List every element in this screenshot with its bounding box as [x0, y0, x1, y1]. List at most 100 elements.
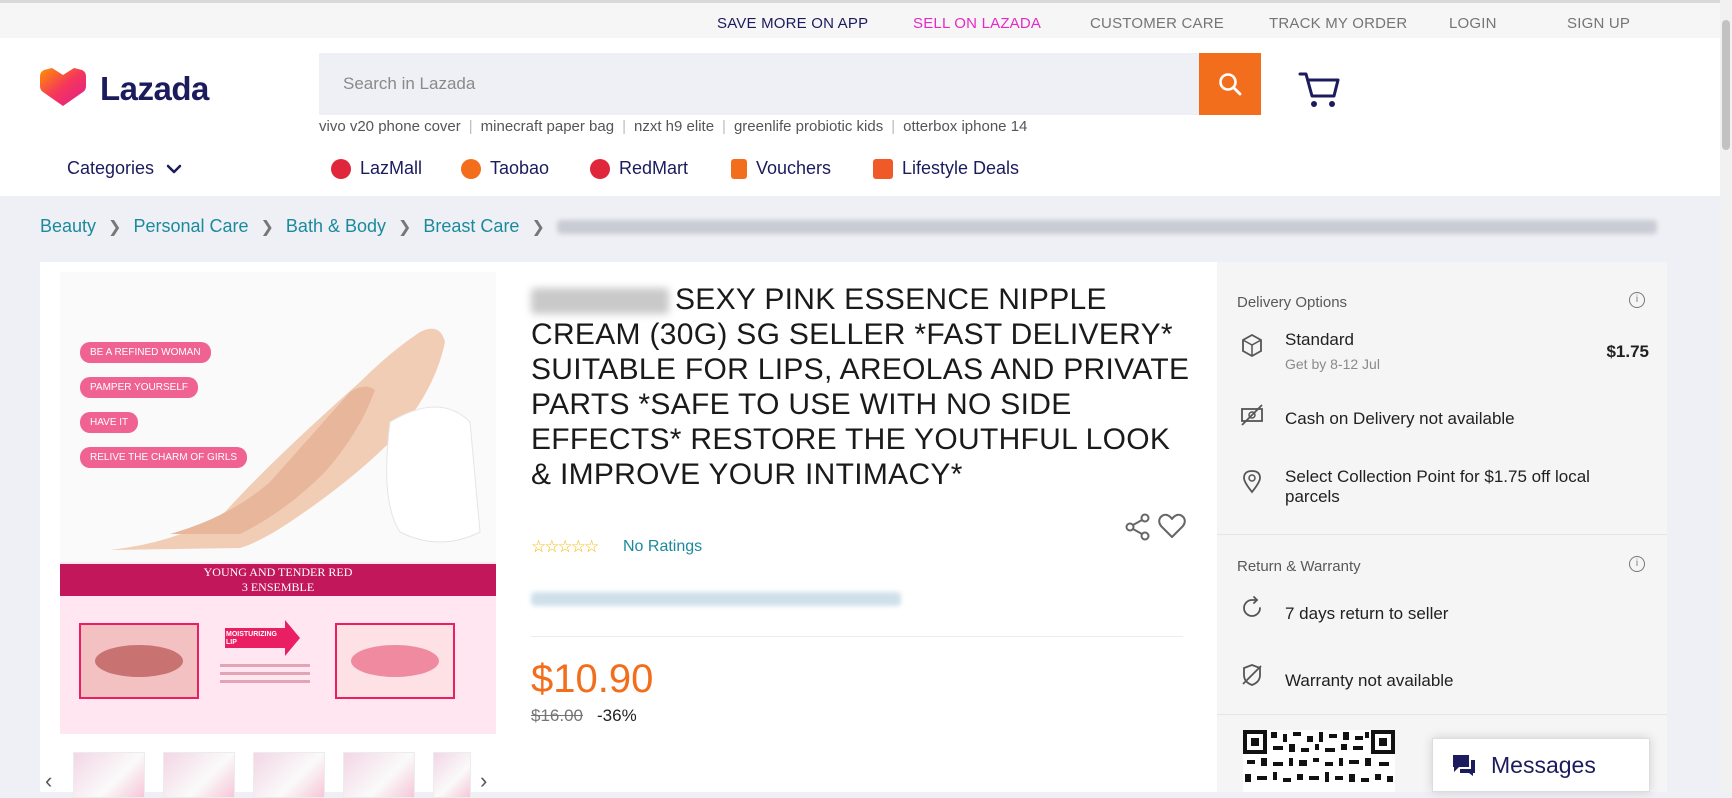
search-bar [319, 53, 1261, 115]
suggestion-link[interactable]: nzxt h9 elite [634, 118, 714, 135]
breadcrumb-item[interactable]: Personal Care [133, 216, 248, 237]
standard-delivery-price: $1.75 [1606, 342, 1649, 361]
track-my-order-link[interactable]: TRACK MY ORDER [1269, 15, 1407, 32]
thumbnail[interactable] [163, 752, 235, 798]
nav-label: Vouchers [756, 158, 832, 178]
divider [1217, 534, 1667, 535]
heart-icon[interactable] [1158, 513, 1186, 539]
nav-lazmall[interactable]: LazMall [331, 158, 422, 179]
lazmall-icon [331, 158, 351, 179]
divider [531, 636, 1183, 637]
discount-badge: -36% [597, 706, 637, 725]
nav-vouchers[interactable]: Vouchers [731, 158, 831, 179]
suggestion-link[interactable]: minecraft paper bag [481, 118, 614, 135]
blurred-text [531, 592, 901, 606]
breadcrumb-item[interactable]: Breast Care [423, 216, 519, 237]
nav-label: Taobao [490, 158, 550, 178]
search-icon [1219, 73, 1242, 96]
return-policy-text: 7 days return to seller [1285, 604, 1449, 623]
nav-label: RedMart [619, 158, 689, 178]
suggestion-link[interactable]: otterbox iphone 14 [903, 118, 1027, 135]
login-link[interactable]: LOGIN [1449, 15, 1497, 32]
messages-label: Messages [1491, 751, 1596, 778]
share-icon[interactable] [1125, 513, 1151, 541]
chat-icon [1453, 755, 1475, 776]
return-icon [1243, 596, 1261, 617]
taobao-icon [461, 158, 481, 179]
thumbnail[interactable] [343, 752, 415, 798]
thumbnail[interactable] [433, 752, 471, 798]
nav-label: Lifestyle Deals [902, 158, 1020, 178]
product-title: SEXY PINK ESSENCE NIPPLE CREAM (30G) SG … [531, 282, 1191, 492]
package-icon [1242, 333, 1262, 358]
delivery-options-heading: Delivery Options [1237, 294, 1348, 311]
info-icon[interactable]: i [1629, 292, 1645, 308]
rating-stars: ☆☆☆☆☆ [531, 537, 599, 556]
top-utility-bar: SAVE MORE ON APP SELL ON LAZADA CUSTOMER… [0, 0, 1720, 41]
return-warranty-heading: Return & Warranty [1237, 558, 1361, 575]
suggestion-link[interactable]: vivo v20 phone cover [319, 118, 461, 135]
logo-wordmark: Lazada [100, 70, 209, 107]
standard-delivery-eta: Get by 8-12 Jul [1285, 356, 1380, 372]
chevron-right-icon: ❯ [531, 218, 545, 236]
product-title-text: SEXY PINK ESSENCE NIPPLE CREAM (30G) SG … [531, 283, 1190, 491]
price: $10.90 [531, 657, 654, 701]
customer-care-link[interactable]: CUSTOMER CARE [1090, 15, 1224, 32]
ratings-link[interactable]: No Ratings [623, 538, 702, 556]
scrollbar-thumb[interactable] [1722, 20, 1730, 150]
lazada-heart-icon [40, 68, 86, 106]
chevron-down-icon [166, 164, 182, 173]
breadcrumb-item[interactable]: Bath & Body [286, 216, 386, 237]
image-tag: PAMPER YOURSELF [80, 377, 198, 398]
standard-delivery-label: Standard [1285, 330, 1354, 349]
search-button[interactable] [1199, 53, 1261, 115]
nav-lifestyle-deals[interactable]: Lifestyle Deals [873, 158, 1019, 179]
lifestyle-icon [873, 158, 893, 179]
brand-line-blurred [531, 592, 901, 611]
breadcrumb: Beauty ❯ Personal Care ❯ Bath & Body ❯ B… [40, 216, 1657, 237]
search-suggestions: vivo v20 phone cover | minecraft paper bag… [319, 118, 1028, 135]
thumbnail-strip: ‹ › [40, 740, 500, 798]
info-icon[interactable]: i [1629, 556, 1645, 572]
cash-on-delivery-text: Cash on Delivery not available [1285, 409, 1515, 428]
search-input[interactable] [319, 53, 1199, 115]
breadcrumb-item[interactable]: Beauty [40, 216, 96, 237]
save-more-on-app-link[interactable]: SAVE MORE ON APP [717, 15, 868, 32]
categories-label: Categories [67, 158, 155, 178]
breadcrumb-current-blurred [556, 219, 1657, 234]
image-banner: YOUNG AND TENDER RED 3 ENSEMBLE [60, 565, 496, 595]
location-pin-icon [1243, 470, 1261, 494]
suggestion-link[interactable]: greenlife probiotic kids [734, 118, 883, 135]
voucher-icon [731, 158, 747, 179]
site-header: Lazada vivo v20 phone cover|minecraft pa… [0, 38, 1720, 196]
cash-icon [1241, 404, 1263, 426]
lazada-logo[interactable]: Lazada [40, 68, 209, 108]
title-blurred-brand [531, 288, 669, 315]
messages-button[interactable]: Messages [1432, 738, 1650, 792]
cart-icon [1298, 72, 1340, 107]
original-price: $16.00 [531, 706, 583, 725]
chevron-right-icon: ❯ [108, 218, 122, 236]
image-tag-list: BE A REFINED WOMAN PAMPER YOURSELF HAVE … [80, 342, 248, 468]
chevron-left-icon[interactable]: ‹ [45, 768, 52, 794]
image-tag: HAVE IT [80, 412, 139, 433]
collection-point-text[interactable]: Select Collection Point for $1.75 off lo… [1285, 467, 1635, 507]
redmart-icon [590, 158, 610, 179]
nav-label: LazMall [360, 158, 423, 178]
sign-up-link[interactable]: SIGN UP [1567, 15, 1630, 32]
image-tag: RELIVE THE CHARM OF GIRLS [80, 447, 248, 468]
warranty-shield-icon [1242, 664, 1262, 686]
divider [1217, 714, 1667, 715]
nav-redmart[interactable]: RedMart [590, 158, 688, 179]
product-main-image[interactable]: BE A REFINED WOMAN PAMPER YOURSELF HAVE … [60, 272, 496, 734]
nav-taobao[interactable]: Taobao [461, 158, 549, 179]
thumbnail[interactable] [253, 752, 325, 798]
image-banner-line: 3 ENSEMBLE [241, 580, 315, 594]
categories-dropdown[interactable]: Categories [67, 158, 182, 179]
cart-button[interactable] [1298, 70, 1342, 110]
qr-code [1243, 730, 1395, 792]
sell-on-lazada-link[interactable]: SELL ON LAZADA [913, 15, 1041, 32]
thumbnail[interactable] [73, 752, 145, 798]
chevron-right-icon[interactable]: › [480, 768, 487, 794]
image-tag: BE A REFINED WOMAN [80, 342, 211, 363]
